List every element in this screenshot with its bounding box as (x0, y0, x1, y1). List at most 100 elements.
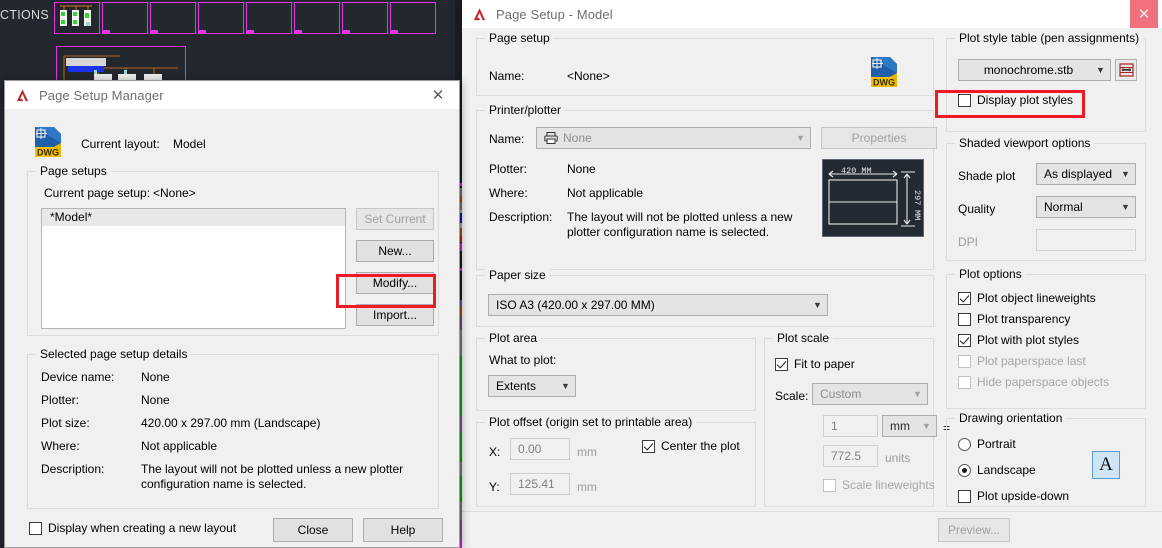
offset-y-input[interactable]: 125.41 (510, 473, 570, 495)
offset-x-input[interactable]: 0.00 (510, 438, 570, 460)
plot-transparency-checkbox[interactable]: Plot transparency (958, 312, 1070, 326)
modify-button[interactable]: Modify... (356, 272, 434, 294)
svg-text:DWG: DWG (873, 78, 895, 88)
checkbox-box (958, 489, 971, 503)
plot-upside-down-checkbox[interactable]: Plot upside-down (958, 489, 1069, 503)
center-the-plot-checkbox[interactable]: Center the plot (642, 439, 740, 453)
shade-plot-combo[interactable]: As displayed ▼ (1036, 163, 1136, 185)
what-to-plot-value: Extents (496, 379, 537, 393)
printer-plotter-group: Printer/plotter Name: None ▼ Properties … (476, 103, 937, 270)
quality-combo[interactable]: Normal ▼ (1036, 196, 1136, 218)
checkbox-box (642, 439, 655, 453)
manager-help-button[interactable]: Help (363, 518, 443, 542)
paper-preview: 420 MM 297 MM (822, 159, 924, 237)
name-label: Name: (489, 69, 525, 83)
viewport-tick (295, 30, 302, 34)
plot-options-group: Plot options Plot object lineweights Plo… (946, 267, 1146, 409)
chevron-down-icon: ▼ (813, 300, 822, 310)
plot-upside-down-label: Plot upside-down (977, 489, 1070, 503)
chevron-down-icon: ▼ (922, 421, 931, 431)
chevron-down-icon: ▼ (913, 389, 922, 399)
dialog-divider (462, 511, 1162, 512)
plot-style-table-group: Plot style table (pen assignments) monoc… (946, 31, 1146, 132)
page-setups-group-label: Page setups (36, 164, 111, 178)
plotter-value: None (141, 393, 170, 407)
page-setup-group: Page setup Name: <None> DWG (476, 31, 934, 96)
plot-style-combo[interactable]: monochrome.stb ▼ (958, 59, 1111, 81)
scale-numerator-input[interactable]: 1 (823, 415, 878, 437)
radio-box (958, 463, 971, 477)
scale-unit-combo[interactable]: mm ▼ (882, 415, 937, 437)
properties-button[interactable]: Properties (821, 127, 937, 149)
plot-transparency-label: Plot transparency (977, 312, 1071, 326)
printer-plotter-group-label: Printer/plotter (485, 103, 566, 117)
hide-paperspace-objects-checkbox[interactable]: Hide paperspace objects (958, 375, 1109, 389)
plot-area-group-label: Plot area (485, 331, 542, 345)
plot-scale-group-label: Plot scale (773, 331, 834, 345)
drawing-thumbnail (56, 4, 98, 32)
close-button[interactable]: Close (273, 518, 353, 542)
orientation-landscape-label: Landscape (977, 463, 1036, 477)
where-value: Not applicable (141, 439, 218, 453)
new-button[interactable]: New... (356, 240, 434, 262)
printer-name-combo[interactable]: None ▼ (536, 127, 811, 149)
what-to-plot-label: What to plot: (489, 353, 557, 367)
page-setup-manager-titlebar: Page Setup Manager ✕ (5, 81, 459, 109)
plot-style-edit-icon[interactable] (1115, 59, 1137, 81)
current-page-setup-value: <None> (153, 186, 196, 200)
import-button[interactable]: Import... (356, 304, 434, 326)
chevron-down-icon: ▼ (561, 381, 570, 391)
paper-size-value: ISO A3 (420.00 x 297.00 MM) (496, 298, 655, 312)
viewport-tick (343, 30, 350, 34)
what-to-plot-combo[interactable]: Extents ▼ (488, 375, 576, 397)
plot-paperspace-last-checkbox[interactable]: Plot paperspace last (958, 354, 1086, 368)
page-setup-group-label: Page setup (485, 31, 554, 45)
preview-height-text: 297 (912, 190, 922, 205)
shade-plot-label: Shade plot (958, 169, 1016, 183)
close-icon[interactable]: ✕ (423, 82, 453, 108)
plot-scale-group: Plot scale Fit to paper Scale: Custom ▼ … (764, 331, 950, 507)
shaded-viewport-group: Shaded viewport options Shade plot As di… (946, 136, 1146, 261)
device-name-value: None (141, 370, 170, 384)
page-setup-titlebar: Page Setup - Model ✕ (462, 0, 1162, 28)
scale-label: Scale: (775, 389, 809, 403)
preview-width-text: 420 MM (841, 166, 872, 176)
scale-unit-value: mm (890, 419, 910, 433)
set-current-button[interactable]: Set Current (356, 208, 434, 230)
dwg-file-icon: DWG (35, 127, 61, 158)
plotter-label: Plotter: (41, 393, 80, 407)
page-setups-listbox[interactable]: *Model* (41, 208, 346, 329)
acad-panel-label: CTIONS (0, 8, 50, 22)
fit-to-paper-checkbox[interactable]: Fit to paper (775, 357, 855, 371)
paper-size-combo[interactable]: ISO A3 (420.00 x 297.00 MM) ▼ (488, 294, 828, 316)
checkbox-box (958, 291, 971, 305)
list-item[interactable]: *Model* (42, 209, 345, 226)
plot-object-lineweights-checkbox[interactable]: Plot object lineweights (958, 291, 1096, 305)
scale-denominator-input[interactable]: 772.5 (823, 445, 878, 467)
dpi-input[interactable] (1036, 229, 1136, 251)
scale-combo[interactable]: Custom ▼ (812, 383, 928, 405)
page-setup-manager-dialog: Page Setup Manager ✕ DWG Current layout:… (4, 80, 460, 548)
chevron-down-icon: ▼ (1121, 202, 1130, 212)
orientation-landscape-radio[interactable]: Landscape (958, 463, 1036, 477)
fit-to-paper-label: Fit to paper (794, 357, 855, 371)
plot-with-plot-styles-checkbox[interactable]: Plot with plot styles (958, 333, 1079, 347)
svg-text:DWG: DWG (37, 148, 59, 158)
device-name-label: Device name: (41, 370, 115, 384)
checkbox-box (29, 521, 42, 535)
orientation-portrait-label: Portrait (977, 437, 1016, 451)
preview-height-unit: MM (912, 210, 922, 220)
autocad-a-icon (473, 7, 486, 20)
dwg-file-icon: DWG (871, 57, 897, 88)
viewport-tick (391, 30, 398, 34)
orientation-portrait-radio[interactable]: Portrait (958, 437, 1016, 451)
checkbox-box (958, 333, 971, 347)
selected-page-setup-details-group: Selected page setup details Device name:… (27, 347, 439, 509)
scale-lineweights-checkbox[interactable]: Scale lineweights (823, 478, 935, 492)
close-icon[interactable]: ✕ (1130, 0, 1158, 28)
display-plot-styles-checkbox[interactable]: Display plot styles (958, 93, 1073, 107)
display-on-new-layout-checkbox[interactable]: Display when creating a new layout (29, 521, 236, 535)
scale-lineweights-label: Scale lineweights (842, 478, 935, 492)
dpi-label: DPI (958, 235, 979, 249)
preview-button[interactable]: Preview... (938, 518, 1010, 542)
